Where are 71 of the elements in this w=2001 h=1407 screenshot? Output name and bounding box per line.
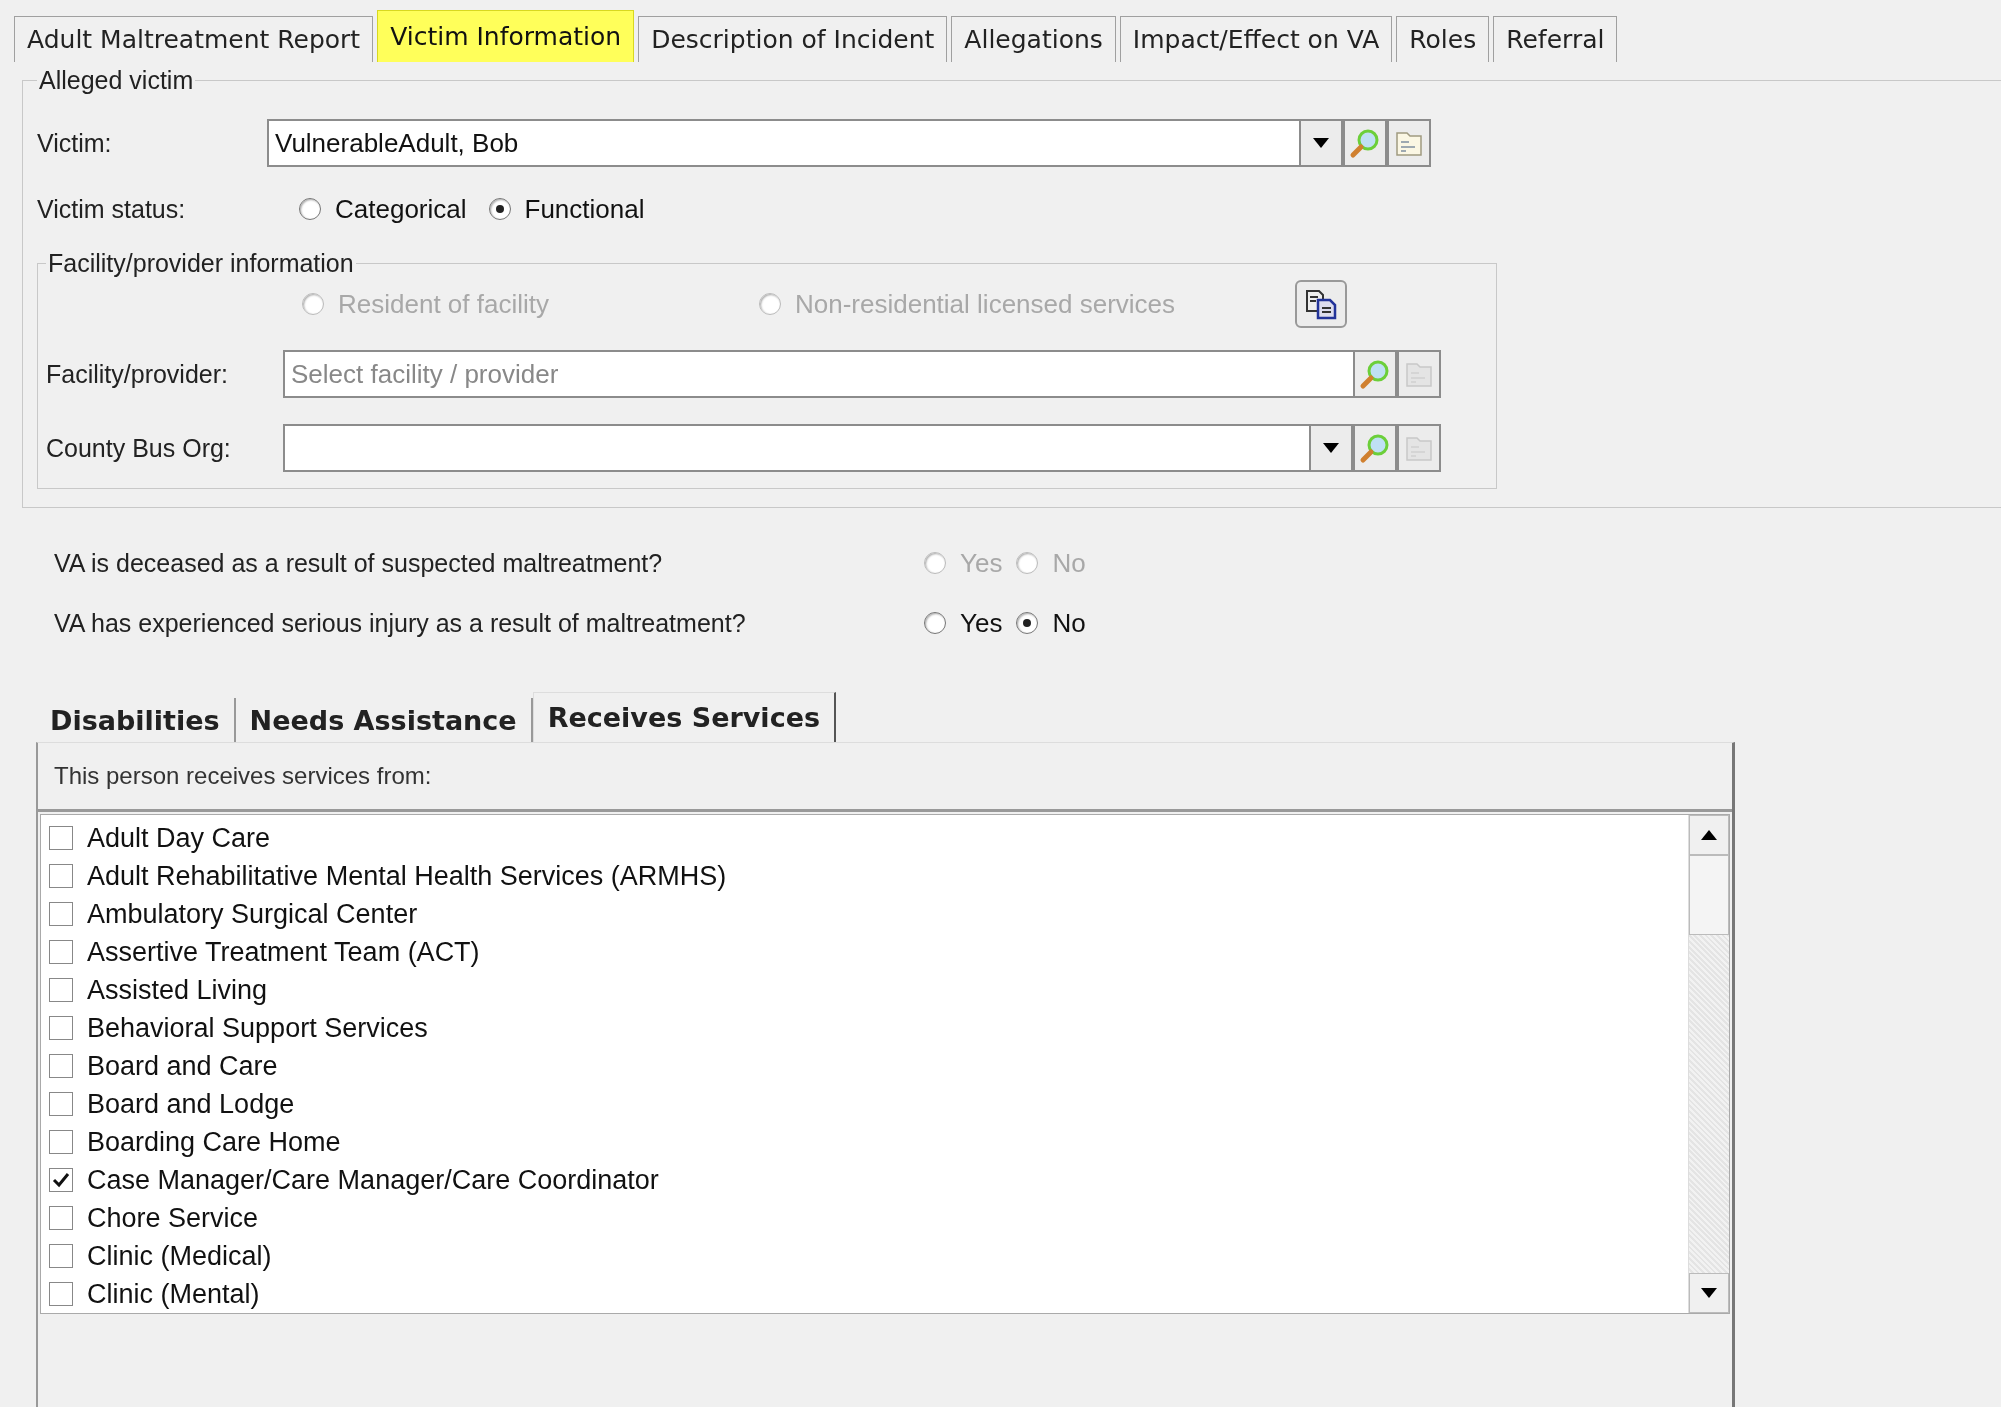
checkbox[interactable] bbox=[49, 1092, 73, 1116]
checkbox-item[interactable]: Clinic (Medical) bbox=[41, 1237, 1688, 1275]
combo-box[interactable]: Select facility / provider bbox=[283, 350, 1441, 398]
tab[interactable]: Referral bbox=[1493, 16, 1618, 62]
radio-button[interactable] bbox=[488, 198, 511, 220]
radio-option[interactable]: Functional bbox=[488, 193, 645, 225]
checkbox-item[interactable]: Chore Service bbox=[41, 1199, 1688, 1237]
checkbox[interactable] bbox=[49, 1016, 73, 1040]
radio-option[interactable]: No bbox=[1016, 607, 1086, 639]
checkbox[interactable] bbox=[49, 826, 73, 850]
checkbox[interactable] bbox=[49, 902, 73, 926]
copy-button[interactable] bbox=[1295, 280, 1348, 328]
checkbox[interactable] bbox=[49, 940, 73, 964]
field-label: Facility/provider: bbox=[46, 359, 229, 389]
checkbox-item[interactable]: Board and Lodge bbox=[41, 1085, 1688, 1123]
question-label: VA is deceased as a result of suspected maltreatment? bbox=[54, 548, 664, 578]
checkbox-item[interactable]: Boarding Care Home bbox=[41, 1123, 1688, 1161]
browse-button[interactable] bbox=[1397, 352, 1441, 396]
radio-button[interactable] bbox=[299, 198, 321, 220]
tab[interactable]: Allegations bbox=[951, 16, 1116, 62]
caret-icon bbox=[1313, 138, 1329, 148]
checkbox[interactable] bbox=[49, 1206, 73, 1230]
checkbox[interactable] bbox=[49, 1054, 73, 1078]
tab[interactable]: Description of Incident bbox=[638, 16, 948, 62]
dropdown-button[interactable] bbox=[1309, 426, 1353, 470]
checkbox-item[interactable]: Board and Care bbox=[41, 1047, 1688, 1085]
checkbox-item[interactable]: Adult Rehabilitative Mental Health Services (ARMHS) bbox=[41, 857, 1688, 895]
checkbox-item[interactable]: Case Manager/Care Manager/Care Coordinator bbox=[41, 1161, 1688, 1199]
search-icon bbox=[1359, 432, 1391, 464]
field-label: Victim: bbox=[37, 128, 113, 158]
search-icon bbox=[1359, 358, 1391, 390]
scrollbar[interactable] bbox=[1688, 815, 1729, 1313]
checkbox[interactable] bbox=[49, 864, 73, 888]
copy-icon bbox=[1304, 288, 1339, 320]
checkbox[interactable] bbox=[49, 1130, 73, 1154]
tab[interactable]: Roles bbox=[1396, 16, 1490, 62]
tab[interactable]: Impact/Effect on VA bbox=[1119, 16, 1393, 62]
radio-option[interactable]: Yes bbox=[924, 607, 1003, 639]
radio-option[interactable]: Categorical bbox=[299, 193, 467, 225]
field-label: Victim status: bbox=[37, 194, 187, 224]
checkbox[interactable] bbox=[49, 1168, 73, 1192]
checkbox[interactable] bbox=[49, 978, 73, 1002]
combo-box[interactable]: VulnerableAdult, Bob bbox=[267, 119, 1431, 167]
radio-button[interactable] bbox=[1016, 612, 1039, 634]
browse-button[interactable] bbox=[1387, 121, 1431, 165]
field-label: County Bus Org: bbox=[46, 433, 232, 463]
browse-button[interactable] bbox=[1397, 426, 1441, 470]
checkbox-item[interactable]: Adult Day Care bbox=[41, 819, 1688, 857]
search-button[interactable] bbox=[1353, 352, 1397, 396]
scroll-up-button[interactable] bbox=[1689, 815, 1729, 855]
tab[interactable]: Victim Information bbox=[377, 10, 635, 62]
dropdown-button[interactable] bbox=[1299, 121, 1343, 165]
checkbox-item[interactable]: Assertive Treatment Team (ACT) bbox=[41, 933, 1688, 971]
search-icon bbox=[1349, 127, 1381, 159]
tab[interactable]: Adult Maltreatment Report bbox=[14, 16, 374, 62]
group-legend: Facility/provider information bbox=[46, 249, 356, 278]
checkbox-item[interactable]: Clinic (Mental) bbox=[41, 1275, 1688, 1313]
scroll-down-button[interactable] bbox=[1689, 1273, 1729, 1313]
caret-icon bbox=[1701, 1288, 1717, 1298]
tab[interactable]: Receives Services bbox=[532, 692, 836, 742]
checkbox-item[interactable]: Ambulatory Surgical Center bbox=[41, 895, 1688, 933]
caret-icon bbox=[1323, 443, 1339, 453]
checkbox-item[interactable]: Behavioral Support Services bbox=[41, 1009, 1688, 1047]
question-label: VA has experienced serious injury as a result of maltreatment? bbox=[54, 608, 747, 638]
radio-button[interactable] bbox=[924, 612, 946, 634]
checkbox[interactable] bbox=[49, 1282, 73, 1306]
group-legend: Alleged victim bbox=[37, 66, 196, 95]
checkbox[interactable] bbox=[49, 1244, 73, 1268]
checkbox-item[interactable]: Assisted Living bbox=[41, 971, 1688, 1009]
scroll-thumb[interactable] bbox=[1689, 855, 1729, 935]
up-arrow-icon bbox=[1701, 830, 1717, 840]
